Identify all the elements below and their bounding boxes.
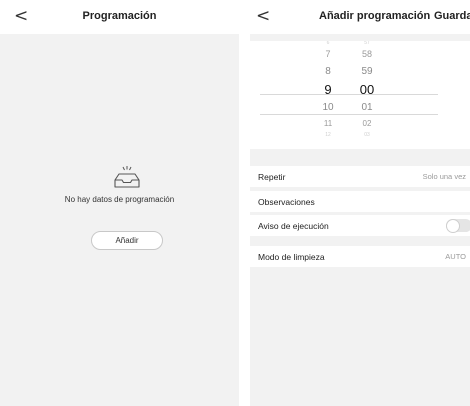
hour-option[interactable]: 10 xyxy=(308,103,348,113)
hour-option[interactable]: 12 xyxy=(308,133,348,138)
repeat-label: Repetir xyxy=(258,172,286,182)
minute-option[interactable]: 01 xyxy=(347,103,387,113)
minute-option[interactable]: 57 xyxy=(347,41,387,46)
minute-option[interactable]: 58 xyxy=(347,50,387,59)
hour-option[interactable]: 6 xyxy=(308,41,348,46)
hour-option[interactable]: 8 xyxy=(308,67,348,77)
cleaning-mode-row[interactable]: Modo de limpieza AUTO xyxy=(250,246,470,267)
hour-option[interactable]: 7 xyxy=(308,50,348,59)
minute-option[interactable]: 59 xyxy=(347,67,387,77)
minute-option[interactable]: 03 xyxy=(347,133,387,138)
cleaning-mode-value: AUTO xyxy=(445,252,466,261)
minute-option[interactable]: 02 xyxy=(347,120,387,128)
add-schedule-screen: < Añadir programación Guarda 6 7 8 9 10 … xyxy=(250,0,470,406)
time-picker[interactable]: 6 7 8 9 10 11 12 57 58 59 00 01 02 03 xyxy=(250,41,470,149)
notice-label: Aviso de ejecución xyxy=(258,221,329,231)
notice-toggle[interactable] xyxy=(446,219,470,233)
add-button[interactable]: Añadir xyxy=(91,231,163,250)
cleaning-mode-label: Modo de limpieza xyxy=(258,252,325,262)
back-button[interactable]: < xyxy=(256,6,270,26)
header: < Programación xyxy=(0,0,239,34)
hour-option[interactable]: 11 xyxy=(308,120,348,128)
repeat-value: Solo una vez xyxy=(422,172,466,181)
empty-inbox-icon xyxy=(114,166,140,188)
page-title: Programación xyxy=(82,10,157,22)
selection-line-top xyxy=(260,94,438,95)
empty-state-text: No hay datos de programación xyxy=(64,195,175,204)
notice-row: Aviso de ejecución xyxy=(250,215,470,236)
notes-label: Observaciones xyxy=(258,197,315,207)
page-title: Añadir programación xyxy=(319,10,431,22)
save-button[interactable]: Guarda xyxy=(434,10,470,22)
toggle-knob xyxy=(446,219,460,233)
selection-line-bottom xyxy=(260,114,438,115)
schedule-list-screen: < Programación No hay datos de programac… xyxy=(0,0,239,406)
notes-row[interactable]: Observaciones xyxy=(250,191,470,212)
header: < Añadir programación Guarda xyxy=(250,0,470,34)
repeat-row[interactable]: Repetir Solo una vez xyxy=(250,166,470,187)
